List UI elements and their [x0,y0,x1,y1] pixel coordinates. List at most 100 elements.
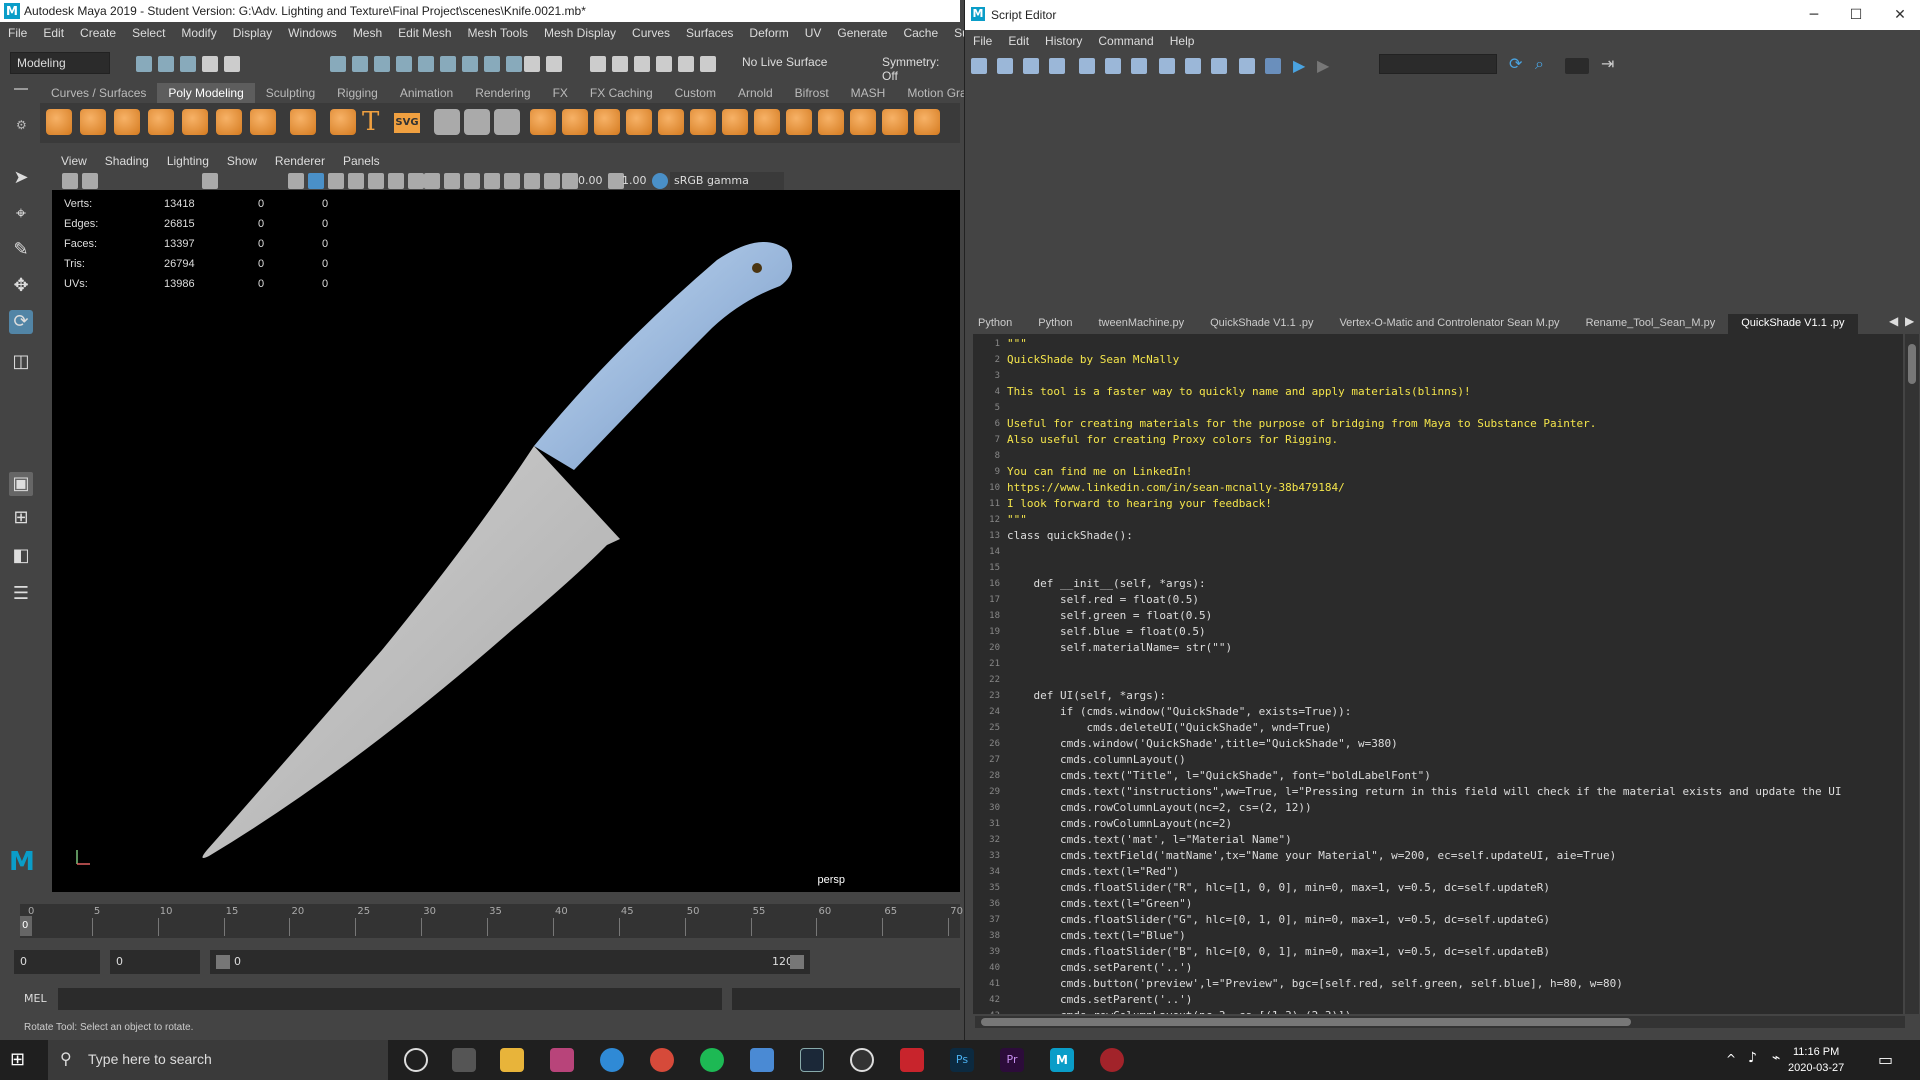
se-menu-command[interactable]: Command [1090,32,1161,52]
bevel2-icon[interactable] [690,109,716,135]
shadows-icon[interactable] [388,173,404,189]
bevel-icon[interactable] [434,109,460,135]
panel-menu-show[interactable]: Show [218,154,266,172]
script-tab[interactable]: QuickShade V1.1 .py [1197,314,1326,334]
knife-handle[interactable] [534,242,793,470]
fill-hole-icon[interactable] [786,109,812,135]
steam-icon[interactable] [800,1048,824,1072]
shelf-tab-rigging[interactable]: Rigging [326,83,389,103]
file-explorer-icon[interactable] [500,1048,524,1072]
motion-blur-icon[interactable] [424,173,440,189]
show-input-icon[interactable] [1185,58,1201,74]
indent-icon[interactable]: ⇥ [1601,54,1614,73]
mirror-icon[interactable] [594,109,620,135]
combine-icon[interactable] [530,109,556,135]
redo-icon[interactable] [224,56,240,72]
shelf-tab-custom[interactable]: Custom [664,83,727,103]
shelf-tab-fx[interactable]: FX [542,83,579,103]
panel-menu-renderer[interactable]: Renderer [266,154,334,172]
svg-tool-icon[interactable]: SVG [394,113,420,133]
quad-draw-icon[interactable] [914,109,940,135]
se-menu-history[interactable]: History [1037,32,1090,52]
wireframe-icon[interactable] [288,173,304,189]
snap-grid-icon[interactable] [418,56,434,72]
photos-app-icon[interactable] [550,1048,574,1072]
select-component-icon[interactable] [374,56,390,72]
obs-icon[interactable] [850,1048,874,1072]
horizontal-scroll-thumb[interactable] [981,1018,1631,1026]
execute-all-icon[interactable]: ▶ [1293,56,1305,75]
bridge-icon[interactable] [464,109,490,135]
extrude-icon[interactable] [658,109,684,135]
menu-surfaces[interactable]: Surfaces [678,22,741,44]
poly-plane-icon[interactable] [216,109,242,135]
knife-model[interactable] [52,190,960,892]
menu-set-dropdown[interactable]: Modeling [10,52,110,74]
shelf-settings-icon[interactable]: ⚙ [16,118,27,132]
poly-cylinder-icon[interactable] [114,109,140,135]
rotate-tool-icon[interactable]: ⟳ [9,310,33,334]
snap-view-icon[interactable] [484,56,500,72]
super-shape-icon[interactable] [330,109,356,135]
mel-label[interactable]: MEL [24,992,47,1005]
lights-icon[interactable] [368,173,384,189]
camera-select-icon[interactable] [62,173,78,189]
depth-of-field-icon[interactable] [464,173,480,189]
show-both-icon[interactable] [1211,58,1227,74]
type-tool-icon[interactable]: T [362,107,379,137]
menu-cache[interactable]: Cache [895,22,946,44]
range-end-handle[interactable] [790,955,804,969]
render-setup-icon[interactable] [678,56,694,72]
script-tab[interactable]: tweenMachine.py [1086,314,1198,334]
poly-torus-icon[interactable] [182,109,208,135]
script-input-editor[interactable]: 1 2 3 4 5 6 7 8 9 10 11 12 13 14 15 16 17 18 19 20 21 22 23 24 2… [973,334,1903,1014]
horizontal-scrollbar[interactable] [975,1016,1905,1028]
script-tab[interactable]: QuickShade V1.1 .py [1728,314,1858,334]
script-search-input[interactable] [1379,54,1497,74]
split-panes-icon[interactable] [1265,58,1281,74]
maya-taskbar-icon[interactable]: M [1050,1048,1074,1072]
pick-mask-icon[interactable] [396,56,412,72]
mail-icon[interactable] [750,1048,774,1072]
chrome-browser-icon[interactable] [650,1048,674,1072]
taskbar-search-box[interactable]: ⚲ Type here to search [48,1040,388,1080]
shelf-tab-sculpting[interactable]: Sculpting [255,83,326,103]
menu-uv[interactable]: UV [797,22,830,44]
target-weld-icon[interactable] [850,109,876,135]
network-icon[interactable]: ⌁ [1772,1050,1780,1066]
script-history-panel[interactable] [969,80,1917,310]
scale-tool-icon[interactable]: ◫ [9,350,33,374]
smooth-shade-icon[interactable] [308,173,324,189]
color-management-icon[interactable] [652,173,668,189]
render-icon[interactable] [590,56,606,72]
textured-icon[interactable] [348,173,364,189]
close-icon[interactable]: ✕ [1891,6,1909,24]
anti-aliasing-icon[interactable] [444,173,460,189]
time-slider[interactable]: 0 5 10 15 20 25 30 35 40 45 50 55 60 65 70 0 [14,902,963,938]
xray-active-icon[interactable] [544,173,560,189]
sculpt-icon[interactable] [494,109,520,135]
shelf-menu-icon[interactable] [14,88,28,90]
gamma-value[interactable]: 1.00 [622,174,647,187]
shelf-tab-poly-modeling[interactable]: Poly Modeling [157,83,255,103]
lock-icon[interactable] [524,56,540,72]
two-view-layout-icon[interactable]: ◧ [9,544,33,568]
menu-select[interactable]: Select [124,22,173,44]
menu-mesh-tools[interactable]: Mesh Tools [460,22,536,44]
edge-browser-icon[interactable] [600,1048,624,1072]
save-to-shelf-icon[interactable] [1049,58,1065,74]
clear-history-icon[interactable] [1105,58,1121,74]
symmetry-dropdown[interactable]: Symmetry: Off [876,52,960,86]
shelf-tab-curves-surfaces[interactable]: Curves / Surfaces [40,83,157,103]
poly-cone-icon[interactable] [148,109,174,135]
volume-icon[interactable]: ♪ [1748,1050,1757,1066]
menu-file[interactable]: File [0,22,35,44]
menu-mesh[interactable]: Mesh [345,22,390,44]
premiere-icon[interactable]: Pr [1000,1048,1024,1072]
menu-modify[interactable]: Modify [173,22,224,44]
photoshop-icon[interactable]: Ps [950,1048,974,1072]
separate-icon[interactable] [562,109,588,135]
exposure-value[interactable]: 0.00 [578,174,603,187]
tab-scroll-right-icon[interactable]: ▶ [1905,314,1914,328]
taskbar-clock[interactable]: 11:16 PM 2020-03-27 [1788,1044,1844,1076]
